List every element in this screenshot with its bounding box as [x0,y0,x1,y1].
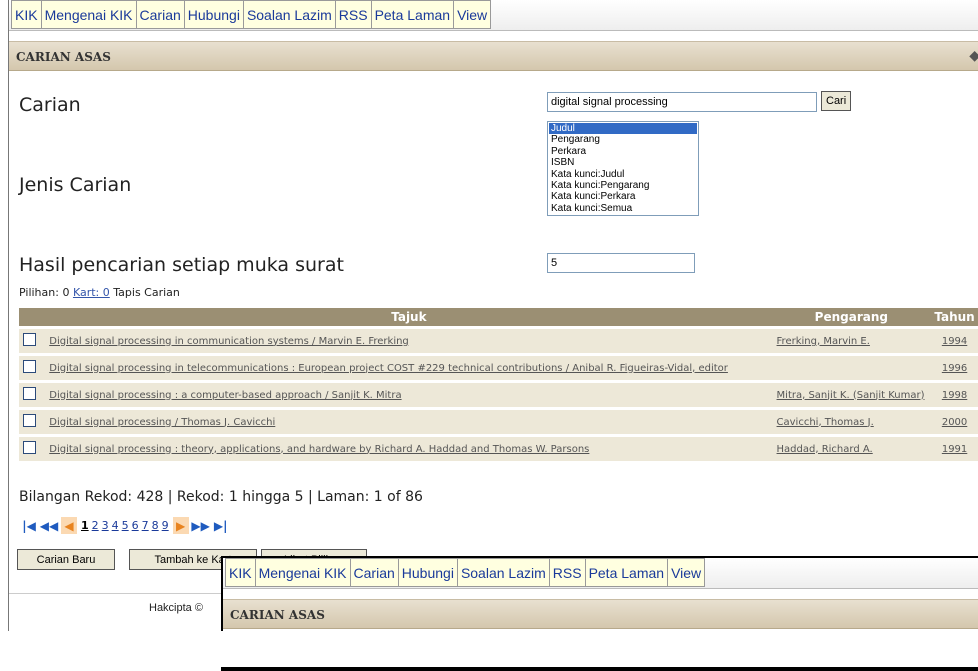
first-page-icon[interactable]: |◀ [21,517,37,534]
next-page-icon[interactable]: ▶ [172,517,189,534]
menu-item-carian[interactable]: Carian [351,559,399,586]
search-label: Carian [19,94,81,116]
search-button[interactable]: Cari [821,91,852,111]
menu-bar: KIK Mengenai KIK Carian Hubungi Soalan Lazim… [9,0,978,31]
cart-link[interactable]: Kart: 0 [73,286,110,299]
page-number-link[interactable]: 8 [152,519,159,532]
results-per-page-label: Hasil pencarian setiap muka surat [19,254,344,276]
menu-item-view[interactable]: View [668,559,704,586]
result-year-link[interactable]: 1994 [942,336,967,347]
table-header-row: Tajuk Pengarang Tahun [19,308,978,326]
page-number-link[interactable]: 9 [162,519,169,532]
result-author-link[interactable]: Frerking, Marvin E. [777,336,870,347]
table-row: Digital signal processing : theory, appl… [19,437,978,461]
results-table: Tajuk Pengarang Tahun Digital signal pro… [19,305,978,464]
menu-item-peta-laman[interactable]: Peta Laman [586,559,669,586]
page-number-link[interactable]: 4 [112,519,119,532]
search-type-option[interactable]: Kata kunci:Semua [549,203,697,214]
selection-count: Pilihan: 0 [19,286,70,299]
result-year-link[interactable]: 1998 [942,390,967,401]
collapse-arrow-icon[interactable]: ◆ [969,48,978,64]
result-title-link[interactable]: Digital signal processing in telecommuni… [49,363,728,374]
menu-item-mengenai-kik[interactable]: Mengenai KIK [256,559,351,586]
result-year-link[interactable]: 1991 [942,444,967,455]
row-checkbox[interactable] [23,387,36,400]
section-header: CARIAN ASAS ◆ [9,41,978,71]
last-page-icon[interactable]: ▶| [213,517,229,534]
overlay-section-title: CARIAN ASAS [230,608,325,622]
header-author: Pengarang [772,308,931,326]
row-checkbox[interactable] [23,333,36,346]
search-type-option[interactable]: Kata kunci:Pengarang [549,180,697,191]
search-type-listbox[interactable]: Judul Pengarang Perkara ISBN Kata kunci:Judu… [547,121,699,216]
menu-item-hubungi[interactable]: Hubungi [399,559,458,586]
results-per-page-input[interactable] [547,253,695,273]
menu-item-soalan-lazim[interactable]: Soalan Lazim [244,1,336,28]
page-number-link[interactable]: 2 [92,519,99,532]
table-row: Digital signal processing in telecommuni… [19,356,978,380]
overlay-menu-list: KIK Mengenai KIK Carian Hubungi Soalan Lazim… [225,558,706,587]
result-author-link[interactable]: Mitra, Sanjit K. (Sanjit Kumar) [777,390,925,401]
search-type-option[interactable]: Perkara [549,146,697,157]
header-title: Tajuk [45,308,773,326]
menu-item-rss[interactable]: RSS [550,559,586,586]
page-number-link[interactable]: 3 [102,519,109,532]
record-summary: Bilangan Rekod: 428 | Rekod: 1 hingga 5 … [19,489,423,505]
page-number-list: 123456789 [81,519,169,532]
previous-page-icon[interactable]: ◀ [61,517,77,534]
menu-item-soalan-lazim[interactable]: Soalan Lazim [458,559,550,586]
search-type-option[interactable]: Pengarang [549,134,697,145]
section-title: CARIAN ASAS [16,50,111,64]
menu-item-view[interactable]: View [454,1,490,28]
overlay-window-rendered: KIK Mengenai KIK Carian Hubungi Soalan Lazim… [221,556,978,631]
overlay-section-header: CARIAN ASAS [223,599,978,629]
page-number-link[interactable]: 6 [132,519,139,532]
search-type-option[interactable]: ISBN [549,157,697,168]
page-number-link[interactable]: 7 [142,519,149,532]
menu-item-kik[interactable]: KIK [12,1,42,28]
overlap-window [221,668,978,670]
result-author-link[interactable]: Cavicchi, Thomas J. [777,417,874,428]
new-search-button[interactable]: Carian Baru [17,549,115,570]
overlay-menu-bar: KIK Mengenai KIK Carian Hubungi Soalan Lazim… [223,558,978,589]
row-checkbox[interactable] [23,414,36,427]
result-year-link[interactable]: 2000 [942,417,967,428]
main-window: KIK Mengenai KIK Carian Hubungi Soalan Lazim… [8,0,978,631]
result-year-link[interactable]: 1996 [942,363,967,374]
table-row: Digital signal processing in communicati… [19,329,978,353]
search-type-label: Jenis Carian [19,174,132,196]
result-title-link[interactable]: Digital signal processing : a computer-b… [49,390,401,401]
search-type-option[interactable]: Kata kunci:Perkara [549,191,697,202]
page-number-link[interactable]: 5 [122,519,129,532]
pagination: |◀ ◀◀ ◀ 123456789 ▶ ▶▶ ▶| [21,517,229,534]
menu-item-carian[interactable]: Carian [137,1,185,28]
result-title-link[interactable]: Digital signal processing : theory, appl… [49,444,589,455]
row-checkbox[interactable] [23,441,36,454]
table-row: Digital signal processing : a computer-b… [19,383,978,407]
result-title-link[interactable]: Digital signal processing in communicati… [49,336,409,347]
menu-item-kik[interactable]: KIK [226,559,256,586]
menu-item-mengenai-kik[interactable]: Mengenai KIK [42,1,137,28]
menu-item-hubungi[interactable]: Hubungi [185,1,244,28]
result-author-link[interactable]: Haddad, Richard A. [777,444,873,455]
row-checkbox[interactable] [23,360,36,373]
copyright-text: Hakcipta © [149,602,203,614]
menu-item-rss[interactable]: RSS [336,1,372,28]
search-input[interactable] [547,92,817,112]
previous-block-icon[interactable]: ◀◀ [40,517,58,534]
page-number-link[interactable]: 1 [81,519,89,532]
search-type-option[interactable]: Kata kunci:Judul [549,169,697,180]
header-year: Tahun [930,308,978,326]
next-block-icon[interactable]: ▶▶ [191,517,209,534]
menu-list: KIK Mengenai KIK Carian Hubungi Soalan Lazim… [11,0,492,29]
result-title-link[interactable]: Digital signal processing / Thomas J. Ca… [49,417,275,428]
filter-line: Pilihan: 0 Kart: 0 Tapis Carian [19,286,180,299]
filter-search-label: Tapis Carian [113,286,180,299]
table-row: Digital signal processing / Thomas J. Ca… [19,410,978,434]
menu-item-peta-laman[interactable]: Peta Laman [372,1,455,28]
search-type-option[interactable]: Judul [549,123,697,135]
